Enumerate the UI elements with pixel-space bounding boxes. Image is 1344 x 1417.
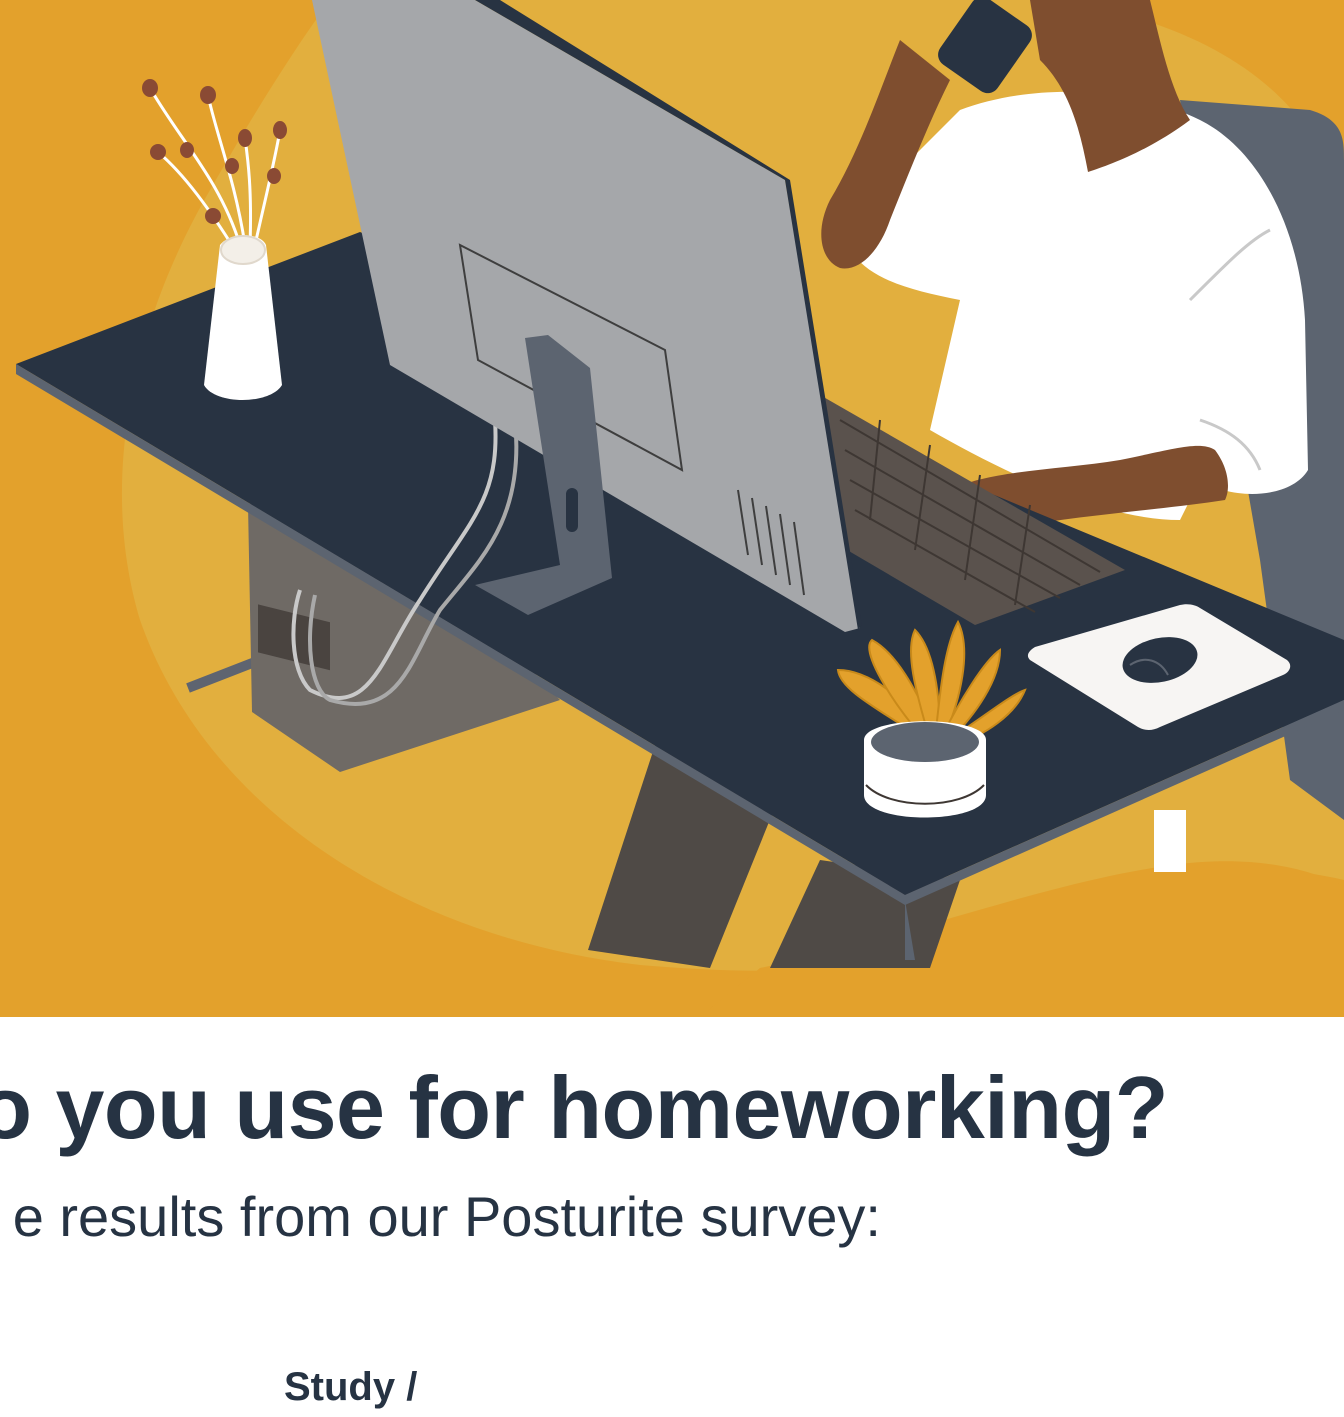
plant-pot-soil: [871, 722, 979, 762]
category-label: Study /: [284, 1365, 418, 1409]
page-headline: o you use for homeworking?: [0, 1058, 1168, 1157]
page-subheadline: e results from our Posturite survey:: [12, 1185, 881, 1248]
chair-base: [1154, 810, 1186, 872]
hero-illustration: [0, 0, 1344, 1017]
stand-slot: [566, 488, 578, 532]
vase-opening: [220, 235, 266, 265]
